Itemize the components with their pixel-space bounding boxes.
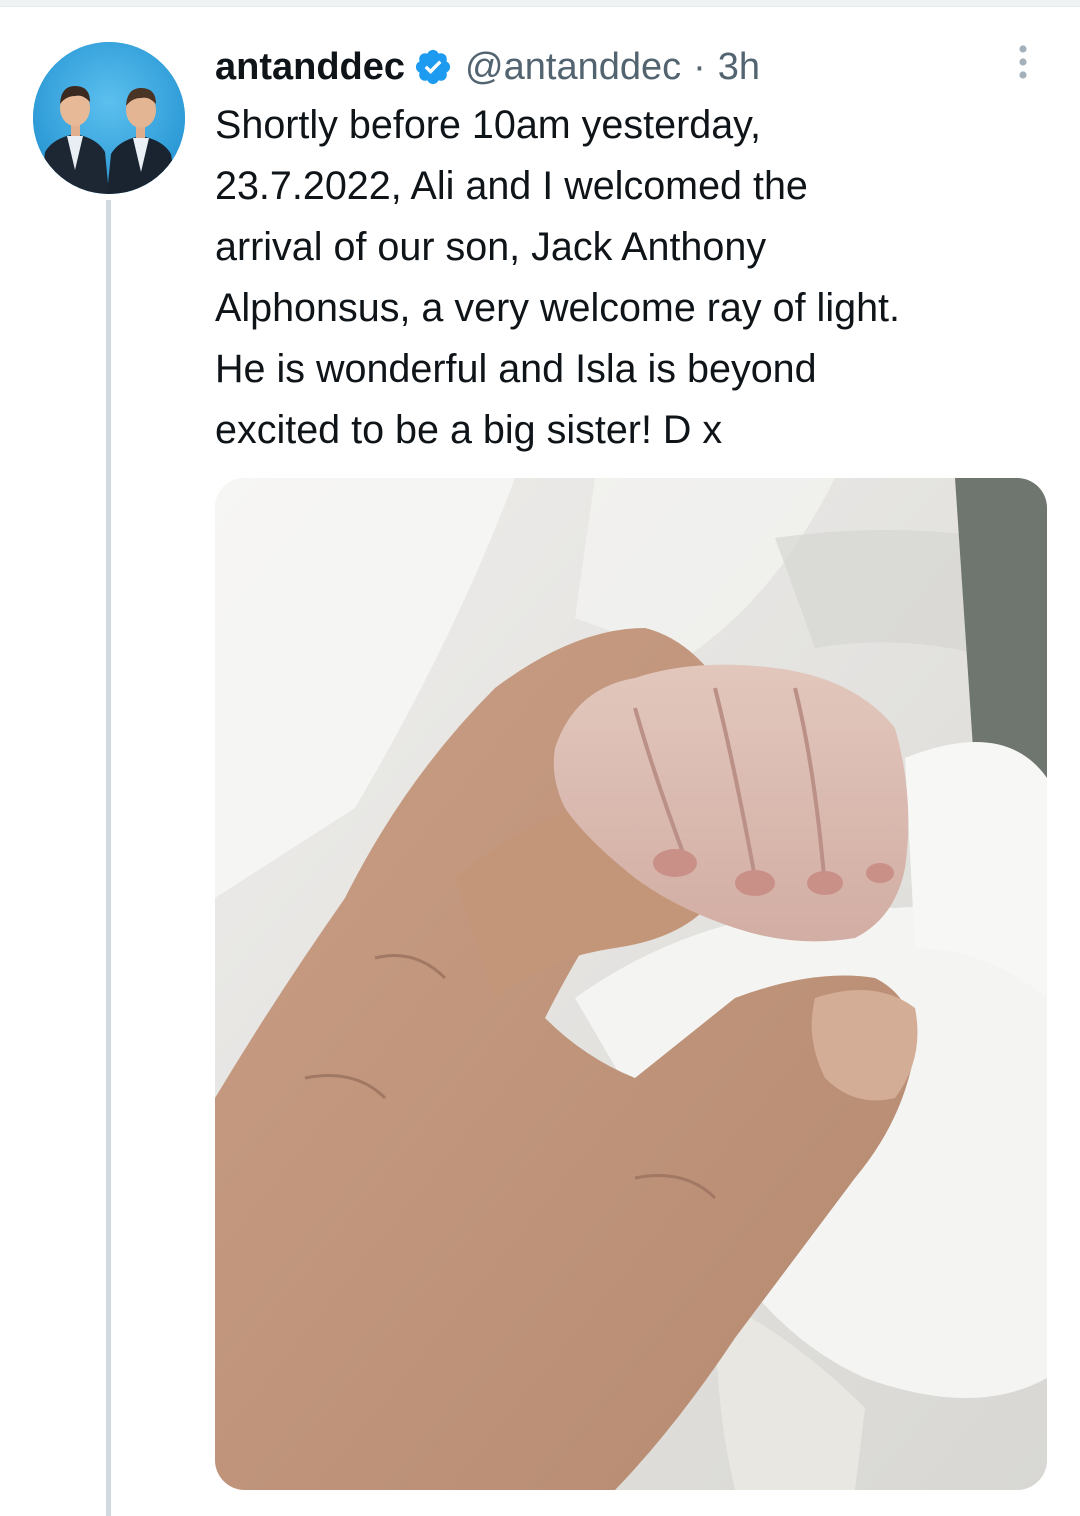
baby-hand-holding-finger-photo [215,478,1047,1490]
tweet-text-line: Shortly before 10am yesterday, [215,103,761,147]
tweet-photo[interactable] [215,478,1047,1490]
tweet-header: antanddec @antanddec · 3h [215,40,760,94]
author-display-name[interactable]: antanddec [215,40,405,94]
tweet-text-line: He is wonderful and Isla is beyond [215,347,817,391]
author-avatar[interactable] [33,42,185,194]
top-divider [0,0,1080,7]
verified-badge-icon [413,47,453,87]
avatar-photo-icon [33,42,185,194]
header-separator: · [693,46,706,88]
author-handle[interactable]: @antanddec [465,40,681,94]
tweet-text-line: 23.7.2022, Ali and I welcomed the [215,164,808,208]
thread-connector-line [106,200,111,1516]
tweet-text-line: excited to be a big sister! D x [215,408,723,452]
tweet-text-line: arrival of our son, Jack Anthony [215,225,767,269]
tweet-text-line: Alphonsus, a very welcome ray of light. [215,286,900,330]
tweet-text: Shortly before 10am yesterday, 23.7.2022… [215,95,1055,461]
more-options-icon[interactable] [1008,42,1038,82]
tweet-timestamp[interactable]: 3h [718,40,760,94]
